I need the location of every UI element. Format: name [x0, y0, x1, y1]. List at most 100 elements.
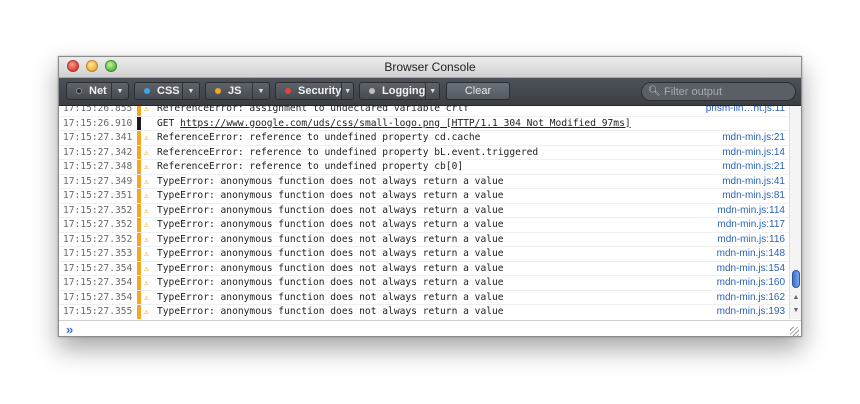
log-message: TypeError: anonymous function does not a…	[157, 306, 504, 317]
log-message: TypeError: anonymous function does not a…	[157, 204, 504, 216]
log-row[interactable]: 17:15:27.352 ⚠ TypeError: anonymous functi…	[59, 218, 789, 233]
filter-logging-button[interactable]: Logging ▼	[359, 82, 440, 100]
filter-js-button[interactable]: JS ▼	[205, 82, 270, 100]
net-dot-icon	[76, 88, 82, 94]
filter-net-label: Net	[89, 85, 107, 97]
filter-js-label: JS	[228, 85, 242, 97]
source-link[interactable]: mdn-min.js:81	[722, 189, 785, 204]
warning-icon: ⚠	[144, 191, 149, 200]
scroll-down-arrow-icon[interactable]: ▼	[790, 305, 801, 317]
log-timestamp: 17:15:26.910	[63, 117, 133, 129]
console-output: 17:15:26.855 ⚠ ReferenceError: assignment …	[59, 106, 789, 319]
log-row[interactable]: 17:15:27.342 ⚠ ReferenceError: reference t…	[59, 145, 789, 161]
log-message: TypeError: anonymous function does not a…	[157, 248, 504, 259]
vertical-scrollbar[interactable]: ▲ ▼	[789, 106, 801, 319]
log-row[interactable]: 17:15:27.351 ⚠ TypeError: anonymous functi…	[59, 189, 789, 204]
logging-dropdown-arrow-icon[interactable]: ▼	[425, 83, 439, 99]
log-row[interactable]: 17:15:27.341 ⚠ ReferenceError: reference t…	[59, 131, 789, 146]
css-dropdown-arrow-icon[interactable]: ▼	[182, 83, 199, 99]
warning-icon: ⚠	[144, 133, 149, 142]
js-dot-icon	[215, 88, 221, 94]
log-message: ReferenceError: reference to undefined p…	[157, 161, 464, 172]
log-timestamp: 17:15:27.341	[63, 132, 133, 143]
warning-icon: ⚠	[144, 220, 149, 229]
severity-bar	[137, 203, 141, 217]
severity-bar	[137, 247, 141, 261]
source-link[interactable]: mdn-min.js:160	[717, 276, 785, 291]
source-link[interactable]: mdn-min.js:117	[717, 218, 785, 233]
resize-grip-icon[interactable]	[790, 327, 799, 336]
log-timestamp: 17:15:27.349	[63, 175, 133, 187]
filter-css-label: CSS	[157, 85, 180, 97]
warning-icon: ⚠	[144, 249, 149, 258]
log-row[interactable]: 17:15:27.354 ⚠ TypeError: anonymous functi…	[59, 261, 789, 277]
warning-icon: ⚠	[144, 176, 149, 186]
source-link[interactable]: mdn-min.js:193	[717, 305, 785, 319]
log-row[interactable]: 17:15:27.349 ⚠ TypeError: anonymous functi…	[59, 174, 789, 190]
log-timestamp: 17:15:27.342	[63, 146, 133, 158]
window-title: Browser Console	[384, 60, 476, 74]
log-row[interactable]: 17:15:27.353 ⚠ TypeError: anonymous functi…	[59, 247, 789, 262]
log-row[interactable]: 17:15:27.354 ⚠ TypeError: anonymous functi…	[59, 276, 789, 291]
log-message: GET https://www.google.com/uds/css/small…	[157, 117, 631, 132]
log-timestamp: 17:15:27.352	[63, 219, 133, 230]
source-link[interactable]: prism-lin…ht.js:11	[706, 106, 785, 117]
request-status-link[interactable]: [HTTP/1.1 304 Not Modified 97ms]	[440, 118, 631, 129]
source-link[interactable]: mdn-min.js:162	[717, 291, 785, 306]
log-timestamp: 17:15:27.355	[63, 306, 133, 317]
log-row[interactable]: 17:15:27.354 ⚠ TypeError: anonymous functi…	[59, 290, 789, 306]
console-input-row[interactable]: »	[59, 320, 801, 337]
warning-icon: ⚠	[144, 205, 149, 215]
warning-icon: ⚠	[144, 292, 149, 302]
scroll-up-arrow-icon[interactable]: ▲	[790, 292, 801, 304]
log-row[interactable]: 17:15:27.355 ⚠ TypeError: anonymous functi…	[59, 305, 789, 319]
log-row[interactable]: 17:15:27.352 ⚠ TypeError: anonymous functi…	[59, 232, 789, 248]
source-link[interactable]: mdn-min.js:21	[722, 131, 785, 146]
severity-bar	[137, 131, 141, 145]
warning-icon: ⚠	[144, 278, 149, 287]
log-row[interactable]: 17:15:27.348 ⚠ ReferenceError: reference t…	[59, 160, 789, 175]
log-message: TypeError: anonymous function does not a…	[157, 175, 504, 187]
log-message: TypeError: anonymous function does not a…	[157, 219, 504, 230]
severity-bar	[137, 232, 141, 246]
source-link[interactable]: mdn-min.js:41	[722, 175, 785, 190]
source-link[interactable]: mdn-min.js:21	[722, 160, 785, 175]
severity-bar	[137, 160, 141, 174]
log-timestamp: 17:15:27.353	[63, 248, 133, 259]
source-link[interactable]: mdn-min.js:114	[717, 204, 785, 219]
log-row[interactable]: 17:15:26.855 ⚠ ReferenceError: assignment …	[59, 106, 789, 117]
source-link[interactable]: mdn-min.js:148	[717, 247, 785, 262]
warning-icon: ⚠	[144, 106, 149, 113]
filter-logging-label: Logging	[382, 85, 426, 97]
request-method: GET	[157, 117, 181, 129]
filter-toolbar: Net ▼ CSS ▼ JS ▼ Security ▼ Logging ▼ Cl…	[59, 78, 801, 106]
filter-output-input[interactable]	[662, 84, 791, 99]
severity-bar	[137, 145, 141, 159]
warning-icon: ⚠	[144, 147, 149, 157]
title-bar: Browser Console	[59, 57, 801, 78]
source-link[interactable]: mdn-min.js:154	[717, 262, 785, 277]
filter-security-button[interactable]: Security ▼	[275, 82, 354, 100]
warning-icon: ⚠	[144, 307, 149, 316]
log-message: TypeError: anonymous function does not a…	[157, 277, 504, 288]
net-dropdown-arrow-icon[interactable]: ▼	[111, 83, 128, 99]
security-dropdown-arrow-icon[interactable]: ▼	[341, 83, 353, 99]
source-link[interactable]: mdn-min.js:116	[717, 233, 785, 248]
log-row[interactable]: 17:15:26.910 GET https://www.google.com/u…	[59, 116, 789, 132]
prompt-icon: »	[66, 322, 74, 337]
source-link[interactable]: mdn-min.js:14	[722, 146, 785, 161]
security-dot-icon	[285, 88, 291, 94]
log-message: TypeError: anonymous function does not a…	[157, 262, 504, 274]
log-message: TypeError: anonymous function does not a…	[157, 233, 504, 245]
log-message: ReferenceError: reference to undefined p…	[157, 146, 539, 158]
scrollbar-thumb[interactable]	[792, 270, 800, 288]
request-url-link[interactable]: https://www.google.com/uds/css/small-log…	[180, 118, 440, 129]
severity-bar	[137, 305, 141, 319]
warning-icon: ⚠	[144, 162, 149, 171]
filter-css-button[interactable]: CSS ▼	[134, 82, 200, 100]
filter-net-button[interactable]: Net ▼	[66, 82, 129, 100]
js-dropdown-arrow-icon[interactable]: ▼	[252, 83, 269, 99]
log-row[interactable]: 17:15:27.352 ⚠ TypeError: anonymous functi…	[59, 203, 789, 219]
clear-button[interactable]: Clear	[446, 82, 510, 100]
filter-output-field[interactable]: 🔍︎	[641, 82, 796, 101]
